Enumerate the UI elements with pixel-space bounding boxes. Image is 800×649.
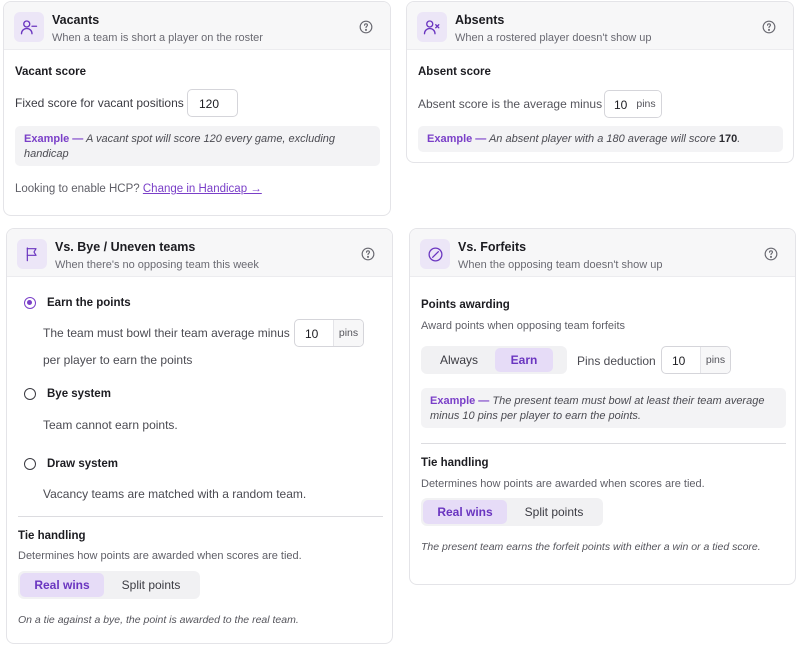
absents-card: Absents When a rostered player doesn't s… bbox=[406, 1, 794, 163]
forfeits-example: Example — The present team must bowl at … bbox=[421, 388, 786, 428]
flag-icon bbox=[17, 239, 47, 269]
vacants-card: Vacants When a team is short a player on… bbox=[3, 1, 391, 216]
real-wins-button[interactable]: Real wins bbox=[423, 500, 507, 524]
user-minus-icon bbox=[14, 12, 44, 42]
tie-handling-label: Tie handling bbox=[421, 457, 489, 469]
absent-score-label: Absent score bbox=[418, 66, 491, 78]
pins-unit: pins bbox=[631, 91, 661, 117]
slash-circle-icon bbox=[420, 239, 450, 269]
hcp-text: Looking to enable HCP? bbox=[15, 183, 140, 195]
help-icon[interactable] bbox=[762, 20, 776, 34]
vacant-score-label: Vacant score bbox=[15, 66, 86, 78]
vacants-example: Example — A vacant spot will score 120 e… bbox=[15, 126, 380, 166]
pins-deduction-label: Pins deduction bbox=[577, 354, 656, 368]
fixed-score-input[interactable]: 120 bbox=[187, 89, 238, 117]
always-button[interactable]: Always bbox=[423, 348, 495, 372]
vacants-subtitle: When a team is short a player on the ros… bbox=[52, 32, 263, 44]
pins-deduction-value: 10 bbox=[672, 354, 686, 368]
user-x-icon bbox=[417, 12, 447, 42]
earn-desc-post: per player to earn the points bbox=[43, 353, 193, 367]
pins-unit: pins bbox=[700, 347, 730, 373]
divider bbox=[18, 516, 383, 517]
example-key: Example — bbox=[430, 395, 490, 407]
example-end: . bbox=[737, 133, 741, 145]
split-points-button[interactable]: Split points bbox=[104, 573, 198, 597]
fixed-score-label: Fixed score for vacant positions bbox=[15, 96, 184, 110]
points-awarding-label: Points awarding bbox=[421, 299, 510, 311]
bye-system-radio[interactable] bbox=[24, 388, 36, 400]
bye-title: Vs. Bye / Uneven teams bbox=[55, 240, 196, 254]
bye-subtitle: When there's no opposing team this week bbox=[55, 259, 259, 271]
earn-minus-input[interactable]: 10 pins bbox=[294, 319, 364, 347]
absents-header: Absents When a rostered player doesn't s… bbox=[407, 2, 793, 50]
forfeits-header: Vs. Forfeits When the opposing team does… bbox=[410, 229, 795, 277]
absents-example: Example — An absent player with a 180 av… bbox=[418, 126, 783, 152]
earn-desc-pre: The team must bowl their team average mi… bbox=[43, 326, 290, 340]
tie-note: The present team earns the forfeit point… bbox=[421, 541, 761, 553]
pins-deduction-input[interactable]: 10 pins bbox=[661, 346, 731, 374]
draw-system-desc: Vacancy teams are matched with a random … bbox=[43, 487, 307, 501]
absents-title: Absents bbox=[455, 13, 505, 27]
earn-minus-value: 10 bbox=[305, 327, 319, 341]
tie-handling-desc: Determines how points are awarded when s… bbox=[18, 550, 302, 562]
vacants-title: Vacants bbox=[52, 13, 100, 27]
hcp-row: Looking to enable HCP? Change in Handica… bbox=[15, 183, 262, 195]
forfeits-card: Vs. Forfeits When the opposing team does… bbox=[409, 228, 796, 585]
absent-minus-value: 10 bbox=[614, 98, 628, 112]
earn-button[interactable]: Earn bbox=[495, 348, 553, 372]
tie-note: On a tie against a bye, the point is awa… bbox=[18, 614, 299, 626]
example-key: Example — bbox=[24, 133, 84, 145]
forfeits-title: Vs. Forfeits bbox=[458, 240, 527, 254]
draw-system-label[interactable]: Draw system bbox=[47, 458, 118, 470]
tie-handling-desc: Determines how points are awarded when s… bbox=[421, 478, 705, 490]
tie-handling-toggle: Real wins Split points bbox=[421, 498, 603, 526]
vacants-header: Vacants When a team is short a player on… bbox=[4, 2, 390, 50]
bye-header: Vs. Bye / Uneven teams When there's no o… bbox=[7, 229, 392, 277]
points-awarding-toggle: Always Earn bbox=[421, 346, 567, 374]
forfeits-subtitle: When the opposing team doesn't show up bbox=[458, 259, 663, 271]
absents-subtitle: When a rostered player doesn't show up bbox=[455, 32, 652, 44]
help-icon[interactable] bbox=[361, 247, 375, 261]
real-wins-button[interactable]: Real wins bbox=[20, 573, 104, 597]
example-text: An absent player with a 180 average will… bbox=[488, 133, 716, 145]
help-icon[interactable] bbox=[764, 247, 778, 261]
draw-system-radio[interactable] bbox=[24, 458, 36, 470]
example-key: Example — bbox=[427, 133, 487, 145]
earn-points-label[interactable]: Earn the points bbox=[47, 297, 131, 309]
tie-handling-label: Tie handling bbox=[18, 530, 86, 542]
earn-points-radio[interactable] bbox=[24, 297, 36, 309]
help-icon[interactable] bbox=[359, 20, 373, 34]
bye-card: Vs. Bye / Uneven teams When there's no o… bbox=[6, 228, 393, 644]
points-awarding-desc: Award points when opposing team forfeits bbox=[421, 320, 626, 332]
divider bbox=[421, 443, 786, 444]
absent-minus-label: Absent score is the average minus bbox=[418, 97, 603, 111]
fixed-score-value: 120 bbox=[199, 97, 220, 111]
example-value: 170 bbox=[718, 133, 738, 145]
bye-system-desc: Team cannot earn points. bbox=[43, 418, 178, 432]
tie-handling-toggle: Real wins Split points bbox=[18, 571, 200, 599]
split-points-button[interactable]: Split points bbox=[507, 500, 601, 524]
change-handicap-link[interactable]: Change in Handicap → bbox=[143, 183, 262, 195]
bye-system-label[interactable]: Bye system bbox=[47, 388, 111, 400]
absent-minus-input[interactable]: 10 pins bbox=[604, 90, 662, 118]
pins-unit: pins bbox=[333, 320, 363, 346]
